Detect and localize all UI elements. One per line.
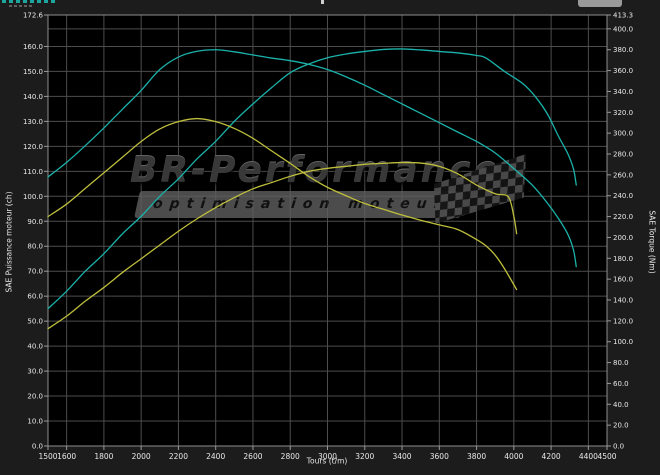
svg-text:80.0: 80.0 [27, 243, 43, 251]
svg-text:140.0: 140.0 [613, 297, 633, 305]
svg-text:1800: 1800 [94, 452, 113, 461]
svg-text:400.0: 400.0 [613, 25, 633, 33]
svg-text:3400: 3400 [392, 452, 411, 461]
svg-text:4200: 4200 [542, 452, 561, 461]
svg-text:100.0: 100.0 [613, 338, 633, 346]
svg-text:40.0: 40.0 [27, 343, 43, 351]
svg-text:90.0: 90.0 [27, 218, 43, 226]
svg-text:220.0: 220.0 [613, 213, 633, 221]
svg-text:110.0: 110.0 [23, 168, 43, 176]
svg-text:4400: 4400 [579, 452, 598, 461]
svg-text:50.0: 50.0 [27, 318, 43, 326]
svg-text:2400: 2400 [206, 452, 225, 461]
svg-text:0.0: 0.0 [32, 443, 43, 451]
svg-text:3800: 3800 [467, 452, 486, 461]
svg-text:40.0: 40.0 [613, 401, 629, 409]
svg-text:140.0: 140.0 [23, 93, 43, 101]
svg-text:130.0: 130.0 [23, 118, 43, 126]
svg-text:360.0: 360.0 [613, 67, 633, 75]
svg-text:380.0: 380.0 [613, 46, 633, 54]
dyno-chart-page: { "palette": { "background": "#1c1c1c", … [0, 0, 660, 475]
svg-text:60.0: 60.0 [27, 293, 43, 301]
svg-text:3200: 3200 [355, 452, 374, 461]
svg-text:172.6: 172.6 [23, 12, 44, 20]
clipped-toolbar-button-fragment[interactable] [578, 0, 622, 7]
svg-text:30.0: 30.0 [27, 368, 43, 376]
svg-text:160.0: 160.0 [613, 276, 633, 284]
svg-text:80.0: 80.0 [613, 359, 629, 367]
svg-text:20.0: 20.0 [27, 393, 43, 401]
svg-text:3000: 3000 [318, 452, 337, 461]
svg-text:320.0: 320.0 [613, 109, 633, 117]
svg-text:100.0: 100.0 [23, 193, 43, 201]
svg-text:240.0: 240.0 [613, 192, 633, 200]
svg-text:70.0: 70.0 [27, 268, 43, 276]
svg-text:10.0: 10.0 [27, 418, 43, 426]
svg-text:280.0: 280.0 [613, 151, 633, 159]
svg-text:120.0: 120.0 [23, 143, 43, 151]
svg-text:200.0: 200.0 [613, 234, 633, 242]
svg-text:60.0: 60.0 [613, 380, 629, 388]
svg-text:413.3: 413.3 [613, 12, 633, 20]
svg-text:4000: 4000 [504, 452, 523, 461]
svg-text:120.0: 120.0 [613, 317, 633, 325]
svg-text:160.0: 160.0 [23, 43, 43, 51]
svg-text:3600: 3600 [430, 452, 449, 461]
svg-text:300.0: 300.0 [613, 130, 633, 138]
svg-text:2600: 2600 [243, 452, 262, 461]
svg-text:180.0: 180.0 [613, 255, 633, 263]
svg-text:2200: 2200 [169, 452, 188, 461]
svg-text:4500: 4500 [597, 452, 616, 461]
svg-text:1500: 1500 [38, 452, 57, 461]
dyno-chart-grid: 172.6 160.0 150.0 140.0 130.0 120.0 110.0 100.0… [0, 0, 660, 475]
svg-text:0.0: 0.0 [613, 443, 624, 451]
svg-text:2800: 2800 [281, 452, 300, 461]
svg-text:260.0: 260.0 [613, 171, 633, 179]
svg-text:150.0: 150.0 [23, 68, 43, 76]
svg-text:340.0: 340.0 [613, 88, 633, 96]
svg-text:20.0: 20.0 [613, 422, 629, 430]
svg-text:2000: 2000 [132, 452, 151, 461]
svg-text:1600: 1600 [57, 452, 76, 461]
